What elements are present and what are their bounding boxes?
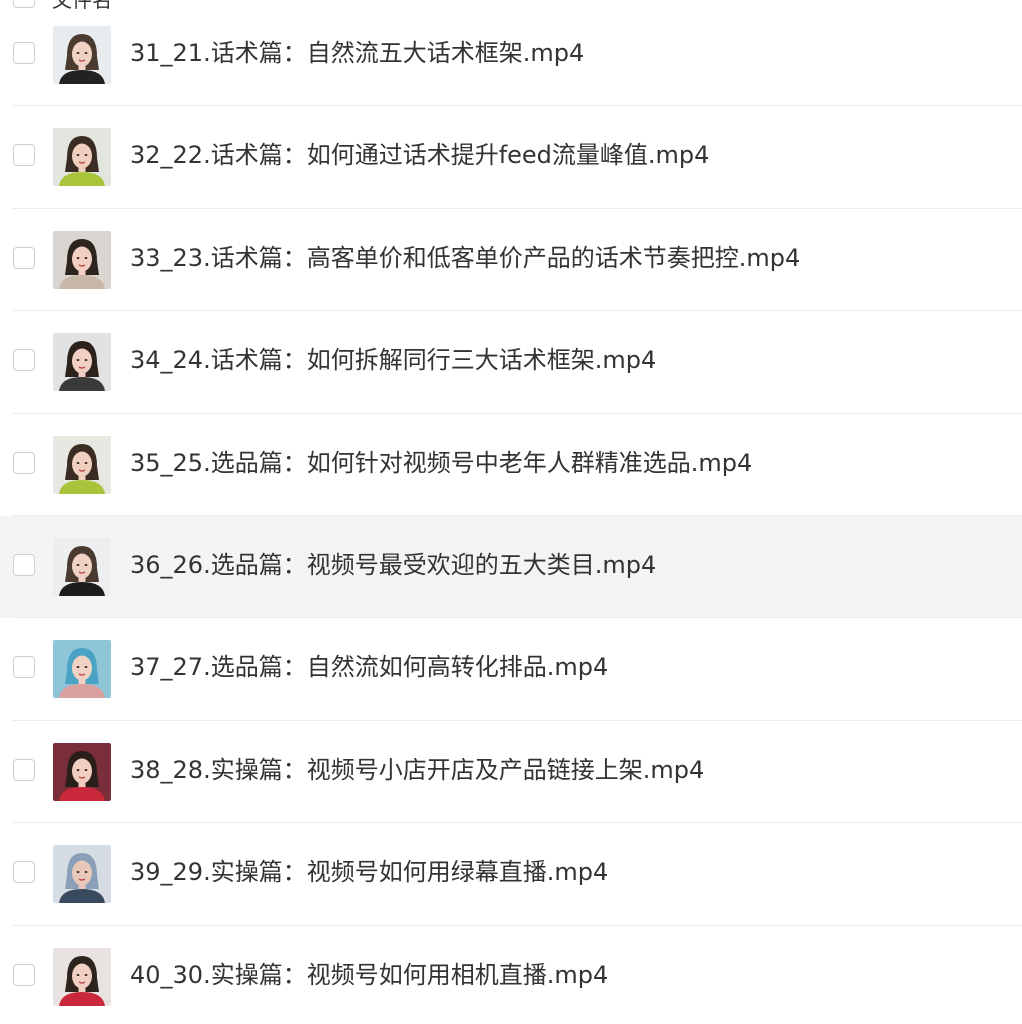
file-checkbox[interactable]	[13, 144, 35, 167]
file-checkbox[interactable]	[13, 349, 35, 372]
file-row[interactable]: 37_27.选品篇：自然流如何高转化排品.mp4	[0, 618, 1022, 721]
file-name[interactable]: 36_26.选品篇：视频号最受欢迎的五大类目.mp4	[130, 550, 656, 580]
file-row[interactable]: 38_28.实操篇：视频号小店开店及产品链接上架.mp4	[0, 721, 1022, 824]
file-name[interactable]: 38_28.实操篇：视频号小店开店及产品链接上架.mp4	[130, 755, 704, 785]
file-checkbox[interactable]	[13, 861, 35, 884]
file-row[interactable]: 39_29.实操篇：视频号如何用绿幕直播.mp4	[0, 823, 1022, 926]
video-thumbnail[interactable]	[53, 333, 111, 392]
file-checkbox[interactable]	[13, 246, 35, 269]
file-checkbox[interactable]	[13, 963, 35, 986]
file-name[interactable]: 33_23.话术篇：高客单价和低客单价产品的话术节奏把控.mp4	[130, 243, 800, 273]
file-name[interactable]: 37_27.选品篇：自然流如何高转化排品.mp4	[130, 652, 608, 682]
video-thumbnail[interactable]	[53, 947, 111, 1006]
video-thumbnail[interactable]	[53, 537, 111, 596]
file-checkbox[interactable]	[13, 553, 35, 576]
file-list-page: 文件名 31_21.话术篇：自然流五大话术框架.mp4 32_22.话术篇：如何通…	[0, 0, 1022, 1024]
video-thumbnail[interactable]	[53, 26, 111, 84]
file-list: 31_21.话术篇：自然流五大话术框架.mp4 32_22.话术篇：如何通过话术提…	[0, 4, 1022, 1024]
file-row[interactable]: 34_24.话术篇：如何拆解同行三大话术框架.mp4	[0, 311, 1022, 414]
video-thumbnail[interactable]	[53, 435, 111, 494]
file-row[interactable]: 33_23.话术篇：高客单价和低客单价产品的话术节奏把控.mp4	[0, 209, 1022, 312]
file-checkbox[interactable]	[13, 451, 35, 474]
file-name[interactable]: 34_24.话术篇：如何拆解同行三大话术框架.mp4	[130, 345, 656, 375]
file-name[interactable]: 32_22.话术篇：如何通过话术提升feed流量峰值.mp4	[130, 140, 709, 170]
file-checkbox[interactable]	[13, 656, 35, 679]
file-row[interactable]: 31_21.话术篇：自然流五大话术框架.mp4	[0, 4, 1022, 107]
file-name[interactable]: 35_25.选品篇：如何针对视频号中老年人群精准选品.mp4	[130, 448, 752, 478]
file-row[interactable]: 32_22.话术篇：如何通过话术提升feed流量峰值.mp4	[0, 106, 1022, 209]
file-name[interactable]: 31_21.话术篇：自然流五大话术框架.mp4	[130, 38, 584, 68]
video-thumbnail[interactable]	[53, 128, 111, 187]
video-thumbnail[interactable]	[53, 640, 111, 699]
video-thumbnail[interactable]	[53, 230, 111, 289]
file-name[interactable]: 39_29.实操篇：视频号如何用绿幕直播.mp4	[130, 857, 608, 887]
file-row[interactable]: 36_26.选品篇：视频号最受欢迎的五大类目.mp4	[0, 515, 1022, 619]
file-checkbox[interactable]	[13, 42, 35, 64]
video-thumbnail[interactable]	[53, 742, 111, 801]
file-row[interactable]: 40_30.实操篇：视频号如何用相机直播.mp4	[0, 926, 1022, 1024]
file-name[interactable]: 40_30.实操篇：视频号如何用相机直播.mp4	[130, 960, 608, 990]
file-checkbox[interactable]	[13, 758, 35, 781]
video-thumbnail[interactable]	[53, 845, 111, 904]
file-row[interactable]: 35_25.选品篇：如何针对视频号中老年人群精准选品.mp4	[0, 414, 1022, 516]
